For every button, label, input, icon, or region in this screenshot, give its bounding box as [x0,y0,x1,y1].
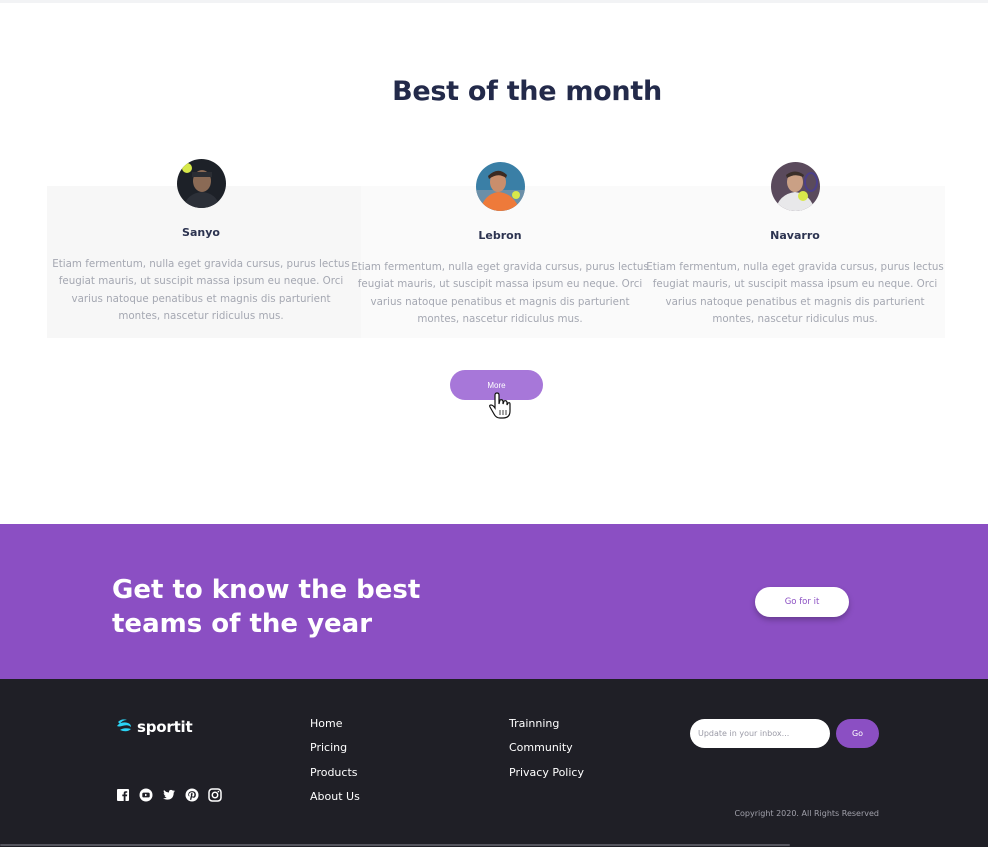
twitter-icon[interactable] [162,787,176,801]
logo[interactable]: sportit [116,716,193,737]
instagram-icon[interactable] [208,787,222,802]
avatar [476,162,525,211]
horizontal-scrollbar[interactable] [0,844,790,846]
facebook-icon[interactable] [116,787,130,801]
footer-link-privacy-policy[interactable]: Privacy Policy [509,765,584,789]
player-description: Etiam fermentum, nulla eget gravida curs… [52,258,350,322]
footer-link-about-us[interactable]: About Us [310,789,360,813]
footer-link-pricing[interactable]: Pricing [310,740,360,764]
section-title: Best of the month [392,76,662,107]
cta-banner: Get to know the best teams of the year G… [0,524,988,679]
footer-link-community[interactable]: Community [509,740,584,764]
sportit-logo-icon [116,716,133,737]
footer-link-products[interactable]: Products [310,765,360,789]
footer-nav-secondary: Trainning Community Privacy Policy [509,716,584,789]
avatar [771,162,820,211]
hand-cursor-icon [487,392,513,424]
logo-text: sportit [137,717,193,736]
player-description: Etiam fermentum, nulla eget gravida curs… [351,261,649,325]
footer: sportit Home Pricing Products About Us T… [0,679,988,847]
avatar [177,159,226,208]
footer-link-home[interactable]: Home [310,716,360,740]
newsletter-go-button[interactable]: Go [836,719,879,748]
newsletter-email-input[interactable] [690,719,830,748]
footer-link-trainning[interactable]: Trainning [509,716,584,740]
social-links [116,787,222,802]
banner-title: Get to know the best teams of the year [112,573,472,641]
player-name: Lebron [478,229,522,242]
top-divider [0,0,988,3]
copyright-text: Copyright 2020. All Rights Reserved [734,809,879,818]
player-description: Etiam fermentum, nulla eget gravida curs… [646,261,944,325]
go-for-it-button[interactable]: Go for it [755,587,849,617]
pinterest-icon[interactable] [185,787,199,802]
youtube-icon[interactable] [139,787,153,802]
banner-title-line1: Get to know the best [112,575,421,605]
footer-nav-primary: Home Pricing Products About Us [310,716,360,813]
player-name: Sanyo [182,226,220,239]
banner-title-line2: teams of the year [112,609,373,639]
player-name: Navarro [770,229,820,242]
